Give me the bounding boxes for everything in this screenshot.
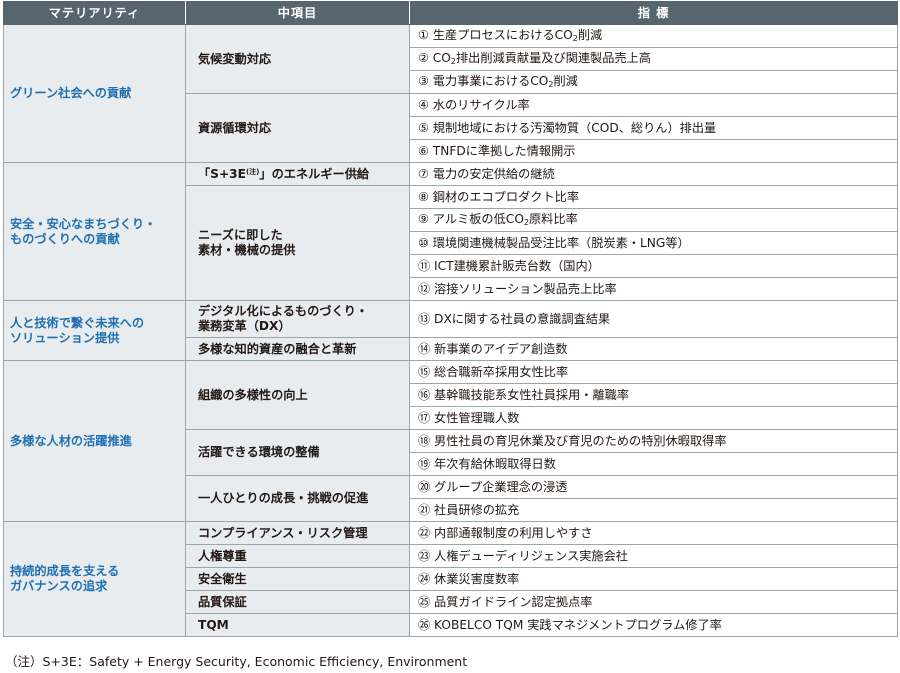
indicator-8: ⑧ 鋼材のエコプロダクト比率 <box>409 185 898 209</box>
indicator-11: ⑪ ICT建機累計販売台数（国内） <box>409 254 898 278</box>
table-row: 多様な人材の活躍推進 組織の多様性の向上 ⑮ 総合職新卒採用女性比率 <box>3 360 898 522</box>
indicator-1: ① 生産プロセスにおけるCO2削減 <box>409 24 898 48</box>
materiality-future-solutions: 人と技術で繋ぐ未来への ソリューション提供 <box>3 300 186 361</box>
indicator-17: ⑰ 女性管理職人数 <box>409 406 898 430</box>
sub-item-safety-health: 安全衛生 <box>185 567 410 591</box>
materiality-table: マテリアリティ 中項目 指 標 グリーン社会への貢献 気候変動対応 ① 生産プロ… <box>3 1 898 637</box>
sub-item-resource-circulation: 資源循環対応 <box>185 93 410 163</box>
indicator-10: ⑩ 環境関連機械製品受注比率（脱炭素・LNG等） <box>409 231 898 255</box>
indicator-23: ㉓ 人権デューディリジェンス実施会社 <box>409 544 898 568</box>
indicator-18: ⑱ 男性社員の育児休業及び育児のための特別休暇取得率 <box>409 429 898 453</box>
indicator-6: ⑥ TNFDに準拠した情報開示 <box>409 139 898 163</box>
sub-item-growth-challenge: 一人ひとりの成長・挑戦の促進 <box>185 475 410 522</box>
materiality-safe-community: 安全・安心なまちづくり・ ものづくりへの貢献 <box>3 162 186 301</box>
indicator-22: ㉒ 内部通報制度の利用しやすさ <box>409 521 898 545</box>
sub-item-tqm: TQM <box>185 613 410 637</box>
indicator-26: ㉖ KOBELCO TQM 実践マネジメントプログラム修了率 <box>409 613 898 637</box>
header-sub-item: 中項目 <box>185 1 410 25</box>
indicator-12: ⑫ 溶接ソリューション製品売上比率 <box>409 277 898 301</box>
indicator-5: ⑤ 規制地域における汚濁物質（COD、総りん）排出量 <box>409 116 898 140</box>
indicator-19: ⑲ 年次有給休暇取得日数 <box>409 452 898 476</box>
sub-item-dx: デジタル化によるものづくり・ 業務変革（DX） <box>185 300 410 338</box>
indicator-15: ⑮ 総合職新卒採用女性比率 <box>409 360 898 384</box>
sub-item-compliance: コンプライアンス・リスク管理 <box>185 521 410 545</box>
indicator-3: ③ 電力事業におけるCO2削減 <box>409 70 898 94</box>
indicator-2: ② CO2排出削減貢献量及び関連製品売上高 <box>409 47 898 71</box>
sub-item-work-environment: 活躍できる環境の整備 <box>185 429 410 476</box>
materiality-governance: 持続的成長を支える ガバナンスの追求 <box>3 521 186 637</box>
indicator-21: ㉑ 社員研修の拡充 <box>409 498 898 522</box>
sub-item-climate: 気候変動対応 <box>185 24 410 94</box>
table-header-row: マテリアリティ 中項目 指 標 <box>3 1 898 25</box>
table-row: 持続的成長を支える ガバナンスの追求 コンプライアンス・リスク管理 ㉒ 内部通報制… <box>3 521 898 637</box>
table-row: グリーン社会への貢献 気候変動対応 ① 生産プロセスにおけるCO2削減 <box>3 24 898 163</box>
indicator-4: ④ 水のリサイクル率 <box>409 93 898 117</box>
indicator-16: ⑯ 基幹職技能系女性社員採用・離職率 <box>409 383 898 407</box>
sub-item-human-rights: 人権尊重 <box>185 544 410 568</box>
indicator-14: ⑭ 新事業のアイデア創造数 <box>409 337 898 361</box>
materiality-diverse-talent: 多様な人材の活躍推進 <box>3 360 186 522</box>
sub-item-energy-supply: 「S+3E(注)」のエネルギー供給 <box>185 162 410 186</box>
indicator-24: ㉔ 休業災害度数率 <box>409 567 898 591</box>
indicator-9: ⑨ アルミ板の低CO2原料比率 <box>409 208 898 232</box>
sub-item-diversity: 組織の多様性の向上 <box>185 360 410 430</box>
table-row: 安全・安心なまちづくり・ ものづくりへの貢献 「S+3E(注)」のエネルギー供給 … <box>3 162 898 301</box>
header-materiality: マテリアリティ <box>3 1 186 25</box>
materiality-green-society: グリーン社会への貢献 <box>3 24 186 163</box>
indicator-13: ⑬ DXに関する社員の意識調査結果 <box>409 300 898 338</box>
sub-item-quality-assurance: 品質保証 <box>185 590 410 614</box>
sub-item-intellectual-assets: 多様な知的資産の融合と革新 <box>185 337 410 361</box>
table-row: 人と技術で繋ぐ未来への ソリューション提供 デジタル化によるものづくり・ 業務変革（… <box>3 300 898 361</box>
indicator-25: ㉕ 品質ガイドライン認定拠点率 <box>409 590 898 614</box>
indicator-20: ⑳ グループ企業理念の浸透 <box>409 475 898 499</box>
footnote: （注）S+3E：Safety + Energy Security, Econom… <box>5 654 468 669</box>
sub-item-materials-machinery: ニーズに即した 素材・機械の提供 <box>185 185 410 301</box>
header-indicator: 指 標 <box>409 1 898 25</box>
indicator-7: ⑦ 電力の安定供給の継続 <box>409 162 898 186</box>
